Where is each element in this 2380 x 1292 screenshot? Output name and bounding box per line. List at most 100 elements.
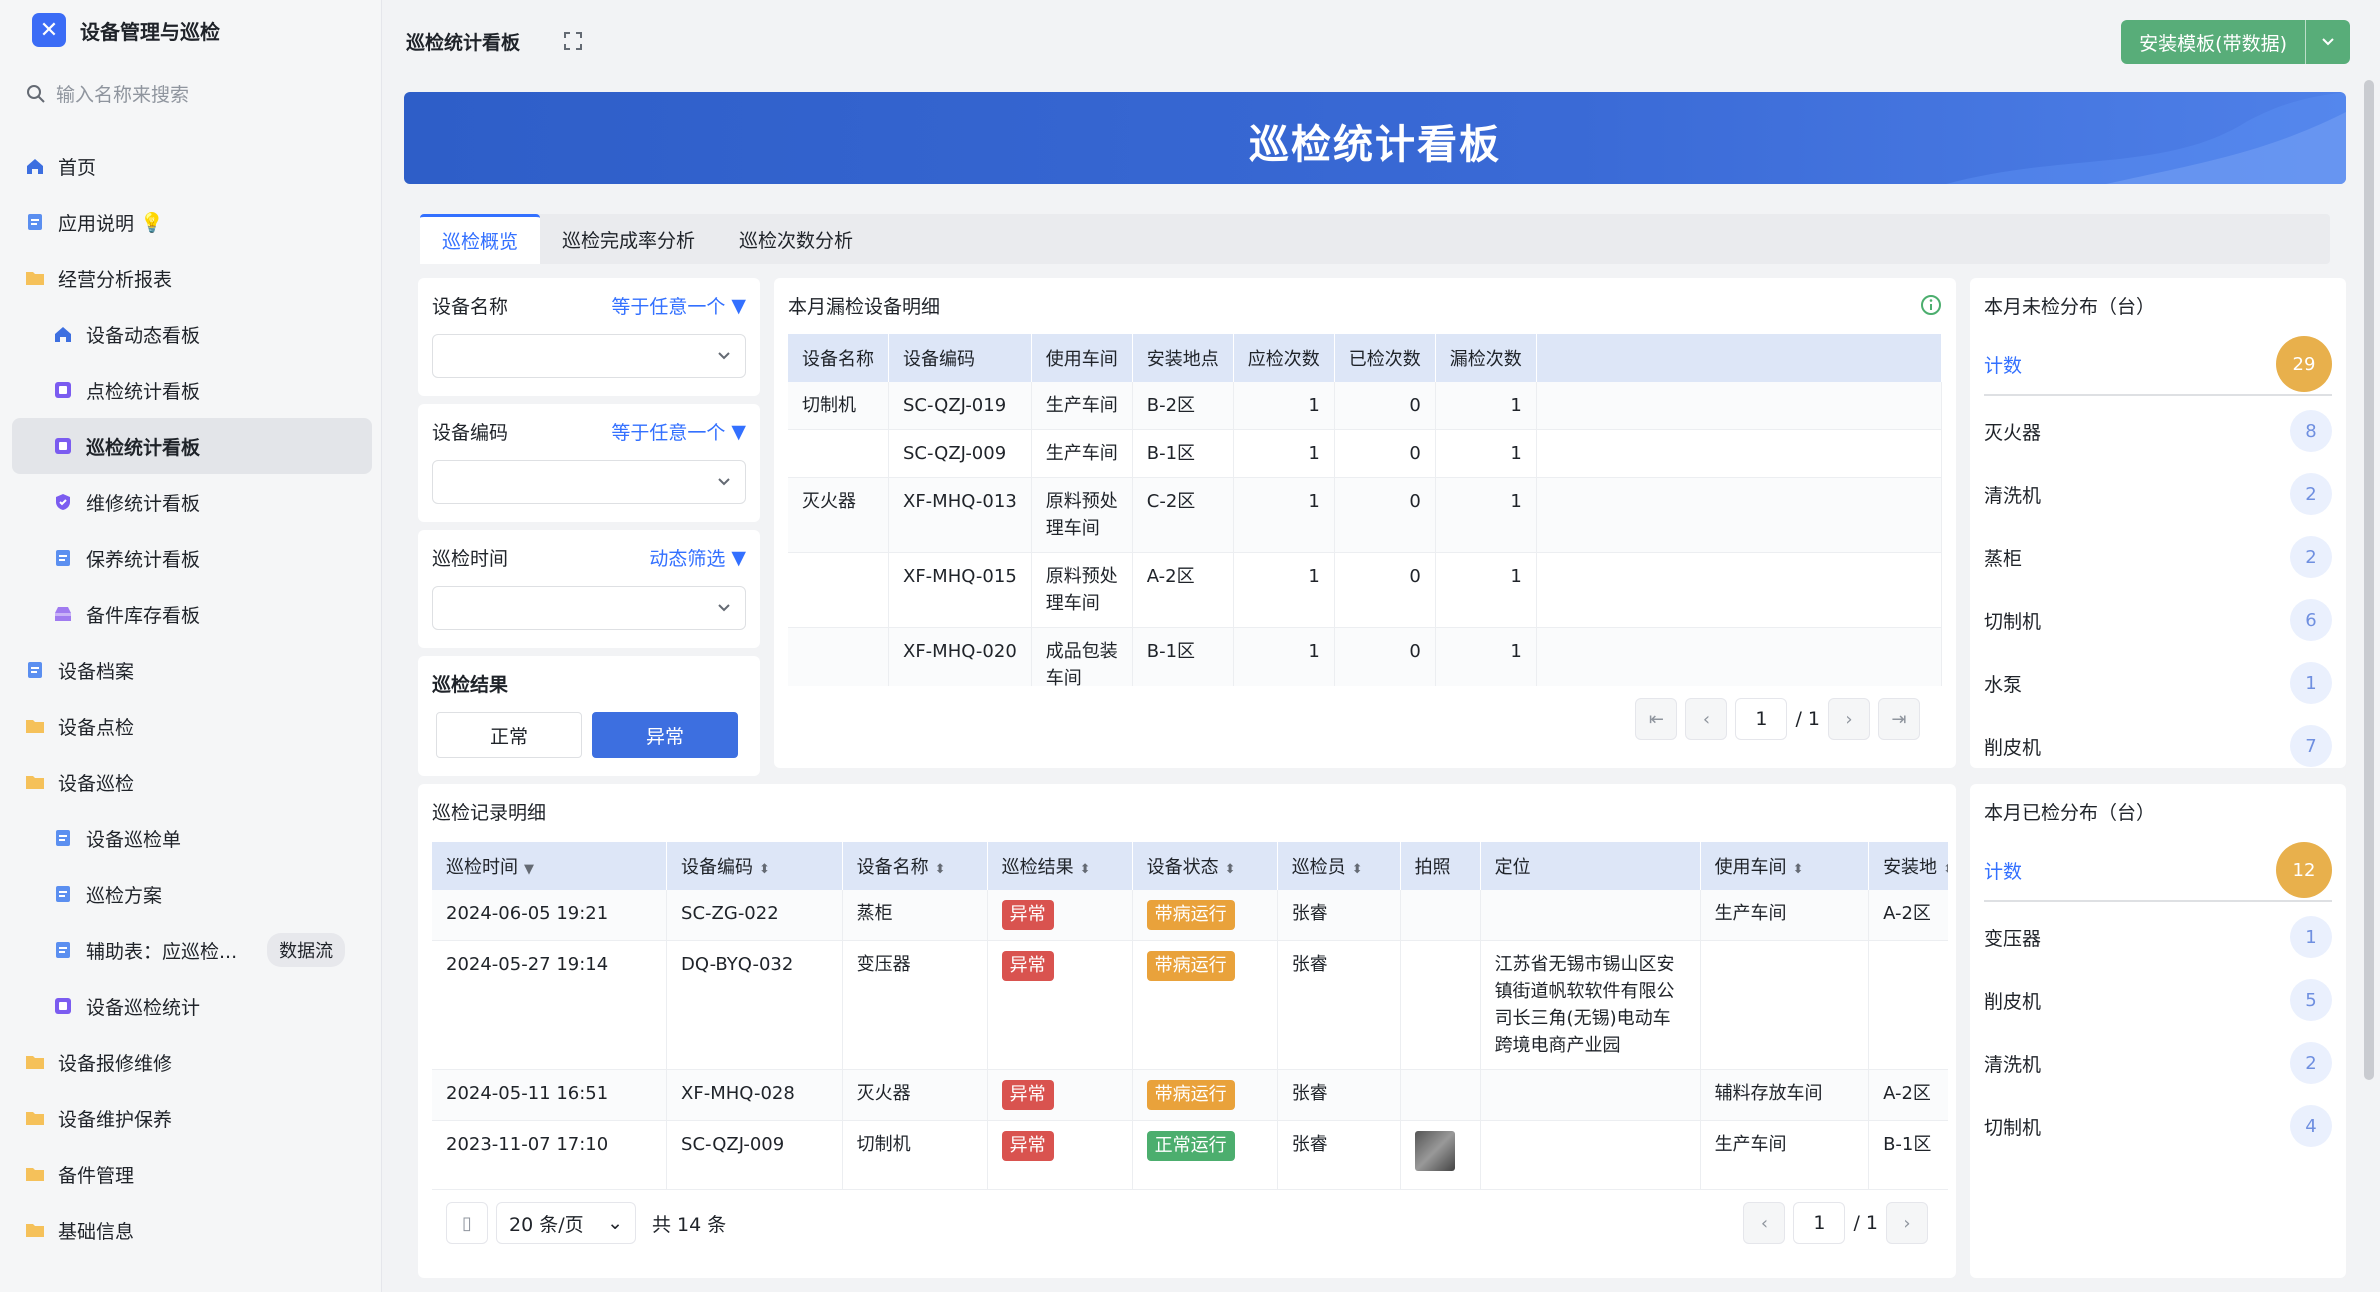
column-header[interactable]: 设备状态 ⬍ [1132,842,1278,890]
next-page-icon[interactable]: › [1828,698,1870,740]
sidebar-item-19[interactable]: 基础信息 [12,1202,372,1258]
sidebar-item-5[interactable]: 巡检统计看板 [12,418,372,474]
column-header[interactable]: 安装地 ⬍ [1868,842,1948,890]
workshop-cell [1700,940,1870,1070]
page-scrollbar[interactable] [2364,80,2374,1080]
sidebar-item-3[interactable]: 设备动态看板 [12,306,372,362]
device-code-select[interactable] [432,460,746,504]
sidebar-item-13[interactable]: 巡检方案 [12,866,372,922]
prev-page-icon[interactable]: ‹ [1743,1202,1786,1244]
sort-icon[interactable]: ⬍ [1943,862,1948,877]
column-header[interactable]: 巡检员 ⬍ [1277,842,1401,890]
tab-count-analysis[interactable]: 巡检次数分析 [717,214,875,264]
table-row[interactable]: XF-MHQ-015 原料预处理车间 A-2区 1 0 1 [788,552,1942,628]
columns-toggle-icon[interactable]: ▯ [446,1202,488,1244]
filter-device-code: 设备编码 等于任意一个 ▼ [418,404,760,522]
sort-icon[interactable]: ⬍ [935,862,946,877]
column-header[interactable]: 巡检结果 ⬍ [987,842,1133,890]
first-page-icon[interactable]: ⇤ [1635,698,1678,740]
device-name-select[interactable] [432,334,746,378]
tab-completion-rate[interactable]: 巡检完成率分析 [540,214,717,264]
inbox-icon [52,603,74,625]
table-cell: 1 [1233,429,1335,478]
distribution-row[interactable]: 变压器 1 [1984,906,2332,968]
distribution-row[interactable]: 水泵 1 [1984,652,2332,714]
sidebar-item-8[interactable]: 备件库存看板 [12,586,372,642]
column-header[interactable]: 巡检时间 ▼ [432,842,668,890]
column-header[interactable]: 设备名称 ⬍ [842,842,988,890]
last-page-icon[interactable]: ⇥ [1878,698,1920,740]
sidebar-item-0[interactable]: 首页 [12,138,372,194]
column-header[interactable]: 拍照 [1400,842,1481,890]
distribution-row[interactable]: 切制机 4 [1984,1095,2332,1157]
tab-overview[interactable]: 巡检概览 [420,214,541,264]
sidebar-item-label: 设备巡检统计 [86,996,201,1019]
page-size-select[interactable]: 20 条/页 ⌄ [496,1202,636,1244]
sort-icon[interactable]: ⬍ [1080,862,1091,877]
table-row[interactable]: 2024-05-27 19:14 DQ-BYQ-032 变压器 异常 带病运行 张睿 江苏省… [432,940,1948,1070]
result-abnormal-button[interactable]: 异常 [592,712,738,758]
table-row[interactable]: 2024-05-11 16:51 XF-MHQ-028 灭火器 异常 带病运行 张睿 辅料存… [432,1069,1948,1121]
table-row[interactable]: SC-QZJ-009 生产车间 B-1区 1 0 1 [788,429,1942,478]
sidebar-item-14[interactable]: 辅助表：应巡检... 数据流 [12,922,372,978]
table-row[interactable]: 灭火器 XF-MHQ-013 原料预处理车间 C-2区 1 0 1 [788,477,1942,553]
filter-operator[interactable]: 动态筛选 ▼ [649,544,746,571]
page-input[interactable]: 1 [1735,698,1788,740]
table-row[interactable]: 2024-06-05 19:21 SC-ZG-022 蒸柜 异常 带病运行 张睿 生产车间 A… [432,890,1948,941]
photo-thumbnail[interactable] [1414,1131,1455,1171]
table-cell: 0 [1334,382,1436,430]
table-cell-spacer [1536,627,1942,686]
distribution-row[interactable]: 清洗机 2 [1984,463,2332,525]
filter-operator[interactable]: 等于任意一个 ▼ [611,292,746,319]
filter-label: 巡检结果 [432,674,509,696]
sidebar-item-18[interactable]: 备件管理 [12,1146,372,1202]
column-header[interactable]: 定位 [1480,842,1701,890]
column-header[interactable]: 使用车间 ⬍ [1700,842,1870,890]
sidebar-item-9[interactable]: 设备档案 [12,642,372,698]
column-header-spacer [1536,334,1942,382]
sort-icon[interactable]: ⬍ [759,862,770,877]
page-input[interactable]: 1 [1793,1202,1846,1244]
table-row[interactable]: 切制机 SC-QZJ-019 生产车间 B-2区 1 0 1 [788,382,1942,430]
code-cell: SC-QZJ-009 [666,1120,843,1190]
result-cell: 异常 [987,890,1133,941]
sidebar-item-1[interactable]: 应用说明 💡 [12,194,372,250]
time-select[interactable] [432,586,746,630]
table-row[interactable]: 2023-11-07 17:10 SC-QZJ-009 切制机 异常 正常运行 张睿 生产车… [432,1120,1948,1190]
sidebar-item-12[interactable]: 设备巡检单 [12,810,372,866]
install-template-button[interactable]: 安装模板(带数据) [2121,20,2350,64]
sort-icon[interactable]: ⬍ [1793,862,1804,877]
sidebar-item-15[interactable]: 设备巡检统计 [12,978,372,1034]
result-normal-button[interactable]: 正常 [436,712,582,758]
sidebar-item-7[interactable]: 保养统计看板 [12,530,372,586]
sort-icon[interactable]: ⬍ [1225,862,1236,877]
distribution-count-badge: 1 [2290,662,2332,704]
prev-page-icon[interactable]: ‹ [1685,698,1728,740]
distribution-row[interactable]: 切制机 6 [1984,589,2332,651]
distribution-row[interactable]: 削皮机 7 [1984,715,2332,768]
sidebar-item-6[interactable]: 维修统计看板 [12,474,372,530]
distribution-row[interactable]: 削皮机 5 [1984,969,2332,1031]
table-row[interactable]: XF-MHQ-020 成品包装车间 B-1区 1 0 1 [788,627,1942,686]
distribution-row[interactable]: 清洗机 2 [1984,1032,2332,1094]
sort-icon[interactable]: ⬍ [1352,862,1363,877]
expand-icon[interactable] [562,30,584,52]
records-pager-right: ‹ 1 / 1 › [1743,1202,1928,1244]
sidebar-item-2[interactable]: 经营分析报表 [12,250,372,306]
distribution-row[interactable]: 灭火器 8 [1984,400,2332,462]
distribution-row[interactable]: 蒸柜 2 [1984,526,2332,588]
next-page-icon[interactable]: › [1886,1202,1928,1244]
sidebar-search[interactable]: 输入名称来搜索 [26,80,189,107]
sidebar-item-10[interactable]: 设备点检 [12,698,372,754]
column-header[interactable]: 设备编码 ⬍ [666,842,843,890]
sidebar-item-4[interactable]: 点检统计看板 [12,362,372,418]
chevron-down-icon[interactable] [2306,20,2350,64]
filter-operator[interactable]: 等于任意一个 ▼ [611,418,746,445]
info-icon[interactable] [1920,294,1942,316]
distribution-count-badge: 2 [2290,473,2332,515]
sidebar-item-16[interactable]: 设备报修维修 [12,1034,372,1090]
sort-desc-icon[interactable]: ▼ [524,862,534,877]
records-table-wrap: 巡检时间 ▼ 设备编码 ⬍ 设备名称 ⬍ 巡检结果 ⬍ 设备状态 ⬍ 巡检员 ⬍ 拍照 定位 使用车间 ⬍ 安装… [432,842,1948,1194]
sidebar-item-11[interactable]: 设备巡检 [12,754,372,810]
sidebar-item-17[interactable]: 设备维护保养 [12,1090,372,1146]
